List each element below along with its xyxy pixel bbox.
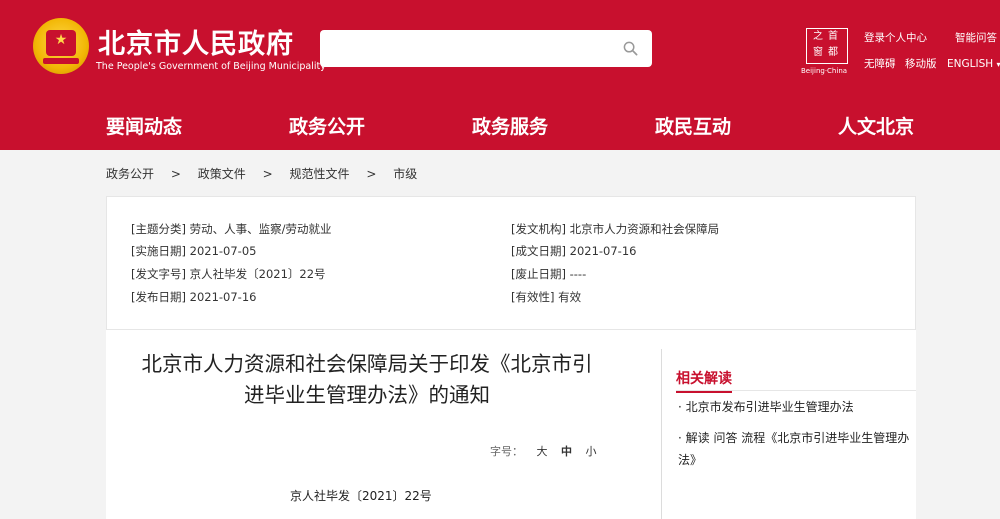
related-divider bbox=[676, 390, 916, 391]
font-size-large-button[interactable]: 大 bbox=[537, 445, 548, 458]
related-link[interactable]: · 北京市发布引进毕业生管理办法 bbox=[678, 396, 918, 418]
emblem-center: ★ bbox=[46, 30, 76, 56]
ai-qa-link[interactable]: 智能问答 bbox=[955, 30, 997, 45]
seal-caption: Beijing·China bbox=[801, 67, 848, 75]
breadcrumb-separator: > bbox=[366, 167, 377, 181]
document-number: 京人社毕发〔2021〕22号 bbox=[290, 489, 432, 503]
accessibility-link[interactable]: 无障碍 bbox=[864, 56, 896, 71]
breadcrumb-item[interactable]: 政务公开 bbox=[106, 167, 154, 181]
breadcrumb-item[interactable]: 市级 bbox=[393, 167, 417, 181]
meta-abolished-date: [废止日期] ---- bbox=[511, 267, 587, 281]
star-icon: ★ bbox=[54, 32, 68, 48]
login-link[interactable]: 登录个人中心 bbox=[864, 30, 927, 45]
site-subtitle: The People's Government of Beijing Munic… bbox=[96, 61, 326, 72]
seal-char: 都 bbox=[828, 47, 838, 58]
document-meta-box: [主题分类] 劳动、人事、监察/劳动就业 [发文机构] 北京市人力资源和社会保障… bbox=[106, 196, 916, 330]
breadcrumb: 政务公开 > 政策文件 > 规范性文件 > 市级 bbox=[106, 165, 417, 182]
english-label: ENGLISH bbox=[947, 58, 994, 70]
search-box bbox=[320, 30, 652, 67]
meta-written-date: [成文日期] 2021-07-16 bbox=[511, 244, 637, 258]
breadcrumb-separator: > bbox=[262, 167, 273, 181]
site-title[interactable]: 北京市人民政府 bbox=[98, 22, 294, 61]
font-size-medium-button[interactable]: 中 bbox=[561, 445, 572, 458]
meta-publish-date: [发布日期] 2021-07-16 bbox=[131, 290, 257, 304]
document-title-line: 进毕业生管理办法》的通知 bbox=[244, 383, 490, 407]
nav-item-culture[interactable]: 人文北京 bbox=[838, 112, 914, 139]
document-title-line: 北京市人力资源和社会保障局关于印发《北京市引 bbox=[141, 352, 593, 376]
meta-effective-date: [实施日期] 2021-07-05 bbox=[131, 244, 257, 258]
nav-item-interaction[interactable]: 政民互动 bbox=[655, 112, 731, 139]
seal-char: 之 bbox=[813, 31, 823, 42]
chevron-down-icon: ▾ bbox=[996, 60, 1000, 69]
content-divider bbox=[661, 349, 662, 519]
site-header: ★ 北京市人民政府 The People's Government of Bei… bbox=[0, 0, 1000, 98]
emblem-base bbox=[43, 58, 79, 64]
breadcrumb-item[interactable]: 规范性文件 bbox=[289, 167, 349, 181]
breadcrumb-separator: > bbox=[170, 167, 181, 181]
meta-issuer: [发文机构] 北京市人力资源和社会保障局 bbox=[511, 222, 720, 236]
font-size-label: 字号： bbox=[490, 445, 523, 458]
search-icon[interactable] bbox=[623, 41, 638, 56]
national-emblem-icon[interactable]: ★ bbox=[33, 18, 89, 74]
mobile-link[interactable]: 移动版 bbox=[905, 56, 937, 71]
nav-item-gov-affairs[interactable]: 政务公开 bbox=[289, 112, 365, 139]
search-input[interactable] bbox=[330, 30, 610, 67]
meta-validity: [有效性] 有效 bbox=[511, 290, 582, 304]
meta-topic: [主题分类] 劳动、人事、监察/劳动就业 bbox=[131, 222, 332, 236]
nav-item-services[interactable]: 政务服务 bbox=[472, 112, 548, 139]
related-link[interactable]: · 解读 问答 流程《北京市引进毕业生管理办法》 bbox=[678, 427, 918, 471]
english-link[interactable]: ENGLISH ▾ bbox=[947, 58, 1000, 70]
meta-doc-no: [发文字号] 京人社毕发〔2021〕22号 bbox=[131, 267, 326, 281]
font-size-control: 字号： 大 中 小 bbox=[490, 443, 597, 459]
nav-item-news[interactable]: 要闻动态 bbox=[106, 112, 182, 139]
main-nav: 要闻动态 政务公开 政务服务 政民互动 人文北京 bbox=[0, 98, 1000, 150]
seal-char: 首 bbox=[828, 31, 838, 42]
font-size-small-button[interactable]: 小 bbox=[586, 445, 597, 458]
document-title: 北京市人力资源和社会保障局关于印发《北京市引 进毕业生管理办法》的通知 bbox=[112, 349, 622, 411]
seal-char: 窗 bbox=[813, 47, 823, 58]
breadcrumb-item[interactable]: 政策文件 bbox=[198, 167, 246, 181]
capital-window-seal-icon[interactable]: 首 都 之 窗 bbox=[806, 28, 848, 64]
